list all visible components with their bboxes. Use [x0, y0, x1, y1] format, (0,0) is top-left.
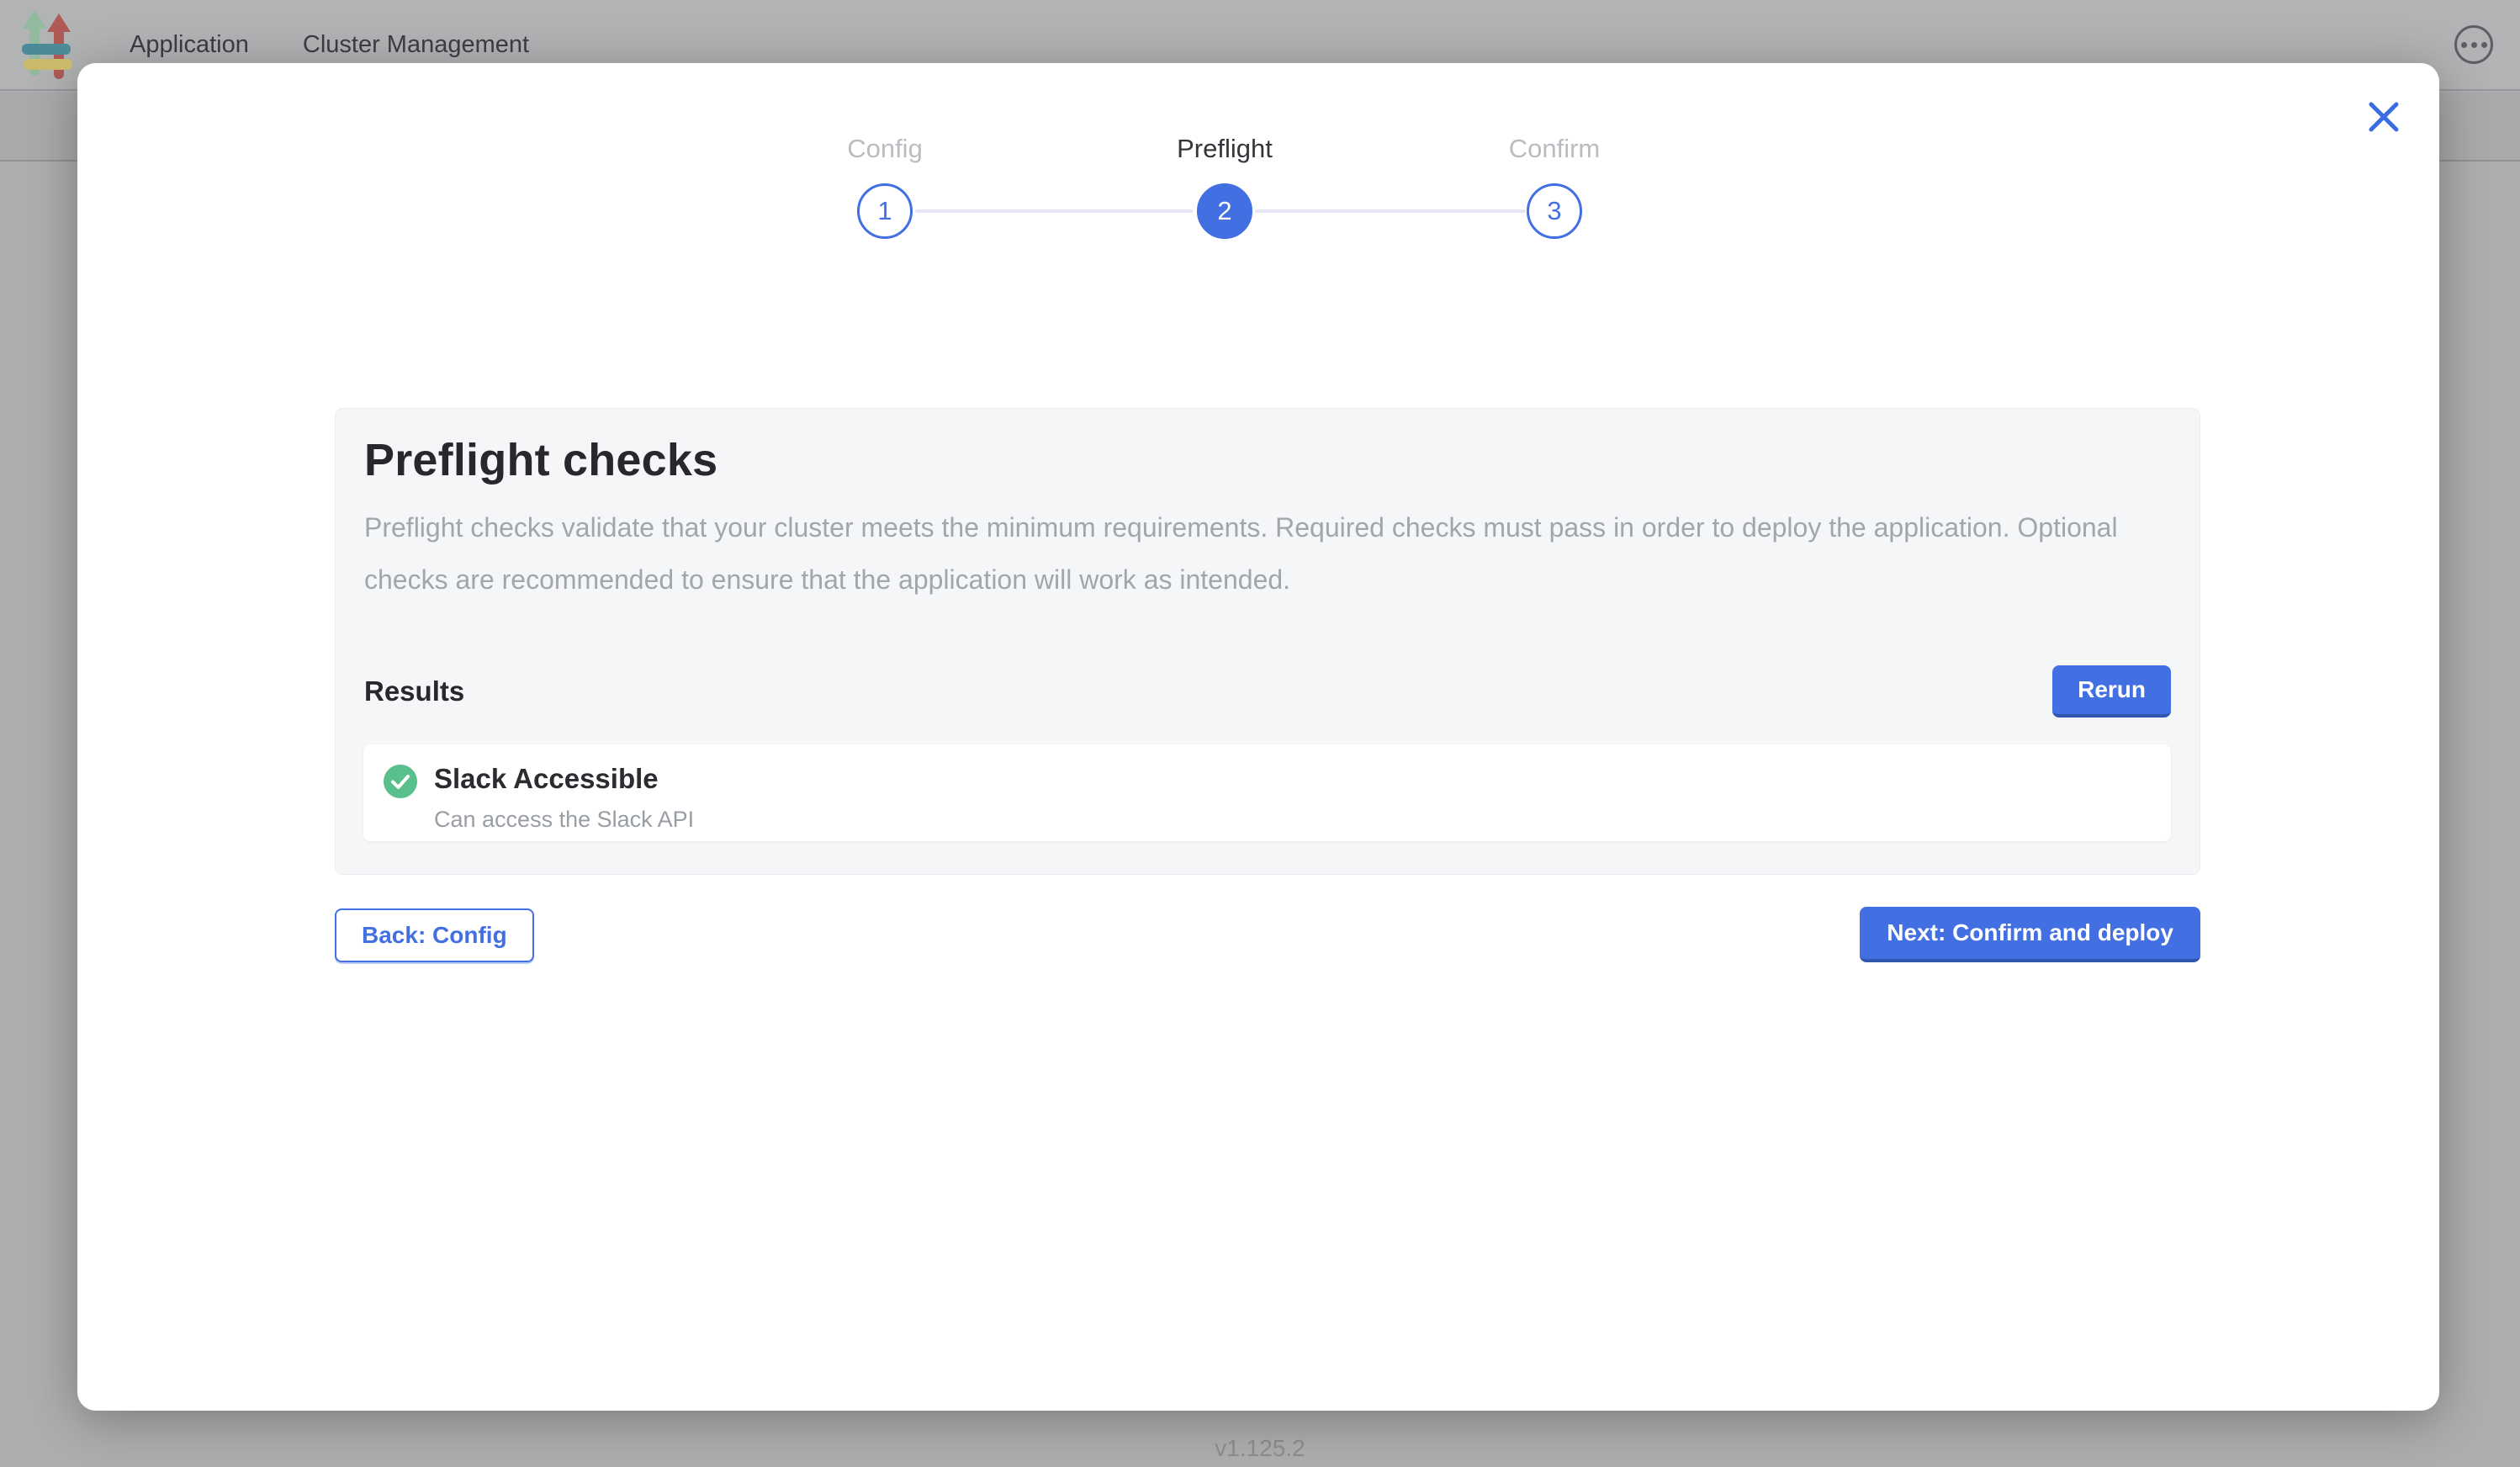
results-heading: Results	[364, 675, 464, 707]
check-detail: Can access the Slack API	[434, 807, 694, 833]
step-number: 1	[877, 196, 892, 226]
check-text: Slack Accessible Can access the Slack AP…	[434, 763, 694, 833]
app-version: v1.125.2	[0, 1435, 2520, 1462]
logo-teal-bar	[22, 44, 71, 55]
step-number: 3	[1547, 196, 1561, 226]
primary-nav: Application Cluster Management	[130, 31, 529, 59]
panel-title: Preflight checks	[364, 434, 2171, 486]
ellipsis-dot	[2481, 42, 2487, 48]
ellipsis-dot	[2471, 42, 2477, 48]
ellipsis-menu-icon[interactable]	[2454, 25, 2493, 64]
logo-gold-bar	[24, 59, 72, 70]
next-button[interactable]: Next: Confirm and deploy	[1860, 907, 2200, 962]
replicated-logo	[22, 10, 71, 79]
nav-item-cluster-management[interactable]: Cluster Management	[303, 31, 529, 59]
nav-item-application[interactable]: Application	[130, 31, 249, 59]
check-pass-icon	[384, 765, 417, 802]
ellipsis-dot	[2461, 42, 2467, 48]
preflight-panel: Preflight checks Preflight checks valida…	[335, 408, 2200, 875]
step-circle-2: 2	[1197, 183, 1252, 239]
step-number: 2	[1217, 196, 1231, 226]
wizard-stepper: Config Preflight Confirm 1 2 3	[77, 63, 2439, 282]
check-result-row: Slack Accessible Can access the Slack AP…	[363, 744, 2171, 841]
step-label-preflight: Preflight	[1177, 135, 1273, 162]
step-label-config: Config	[847, 135, 923, 162]
deploy-wizard-modal: Config Preflight Confirm 1 2 3 Preflight…	[77, 63, 2439, 1411]
panel-description: Preflight checks validate that your clus…	[364, 501, 2139, 606]
rerun-button[interactable]: Rerun	[2052, 665, 2171, 718]
stepper-connector	[915, 209, 1193, 213]
step-label-confirm: Confirm	[1509, 135, 1601, 162]
step-circle-1: 1	[857, 183, 913, 239]
back-button[interactable]: Back: Config	[335, 908, 534, 962]
step-circle-3: 3	[1527, 183, 1582, 239]
results-row: Results Rerun	[364, 665, 2171, 718]
check-title: Slack Accessible	[434, 763, 694, 795]
stepper-connector	[1255, 209, 1526, 213]
